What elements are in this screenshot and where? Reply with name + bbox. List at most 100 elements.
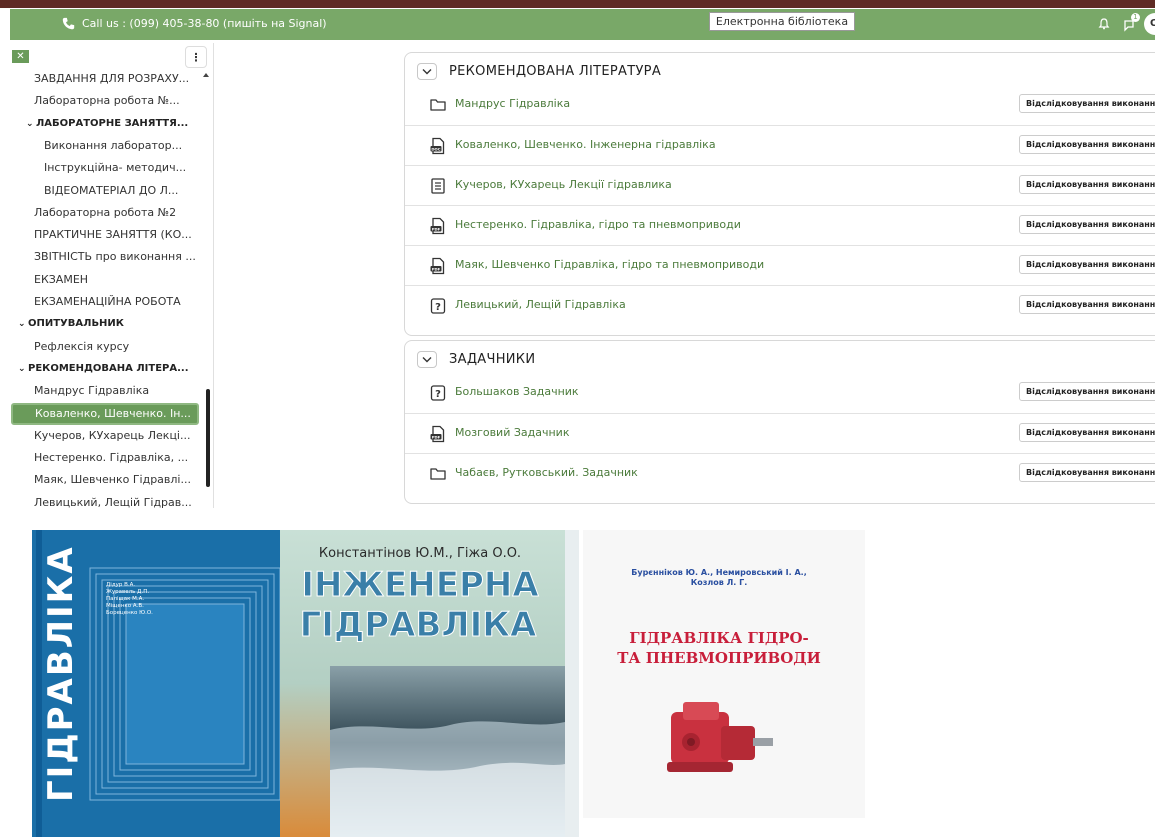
sidebar-item[interactable]: ВІДЕОМАТЕРІАЛ ДО Л...: [10, 180, 203, 202]
sidebar-item-label: Левицький, Лещій Гідрав...: [34, 495, 192, 508]
sidebar-item[interactable]: Інструкційна- методич...: [10, 157, 203, 179]
completion-tracking-button[interactable]: Відслідковування виконання: [1019, 215, 1155, 234]
activity-link[interactable]: Мозговий Задачник: [455, 426, 569, 439]
sidebar-item-label: ПРАКТИЧНЕ ЗАНЯТТЯ (КО...: [34, 228, 192, 242]
cover2-authors: Константінов Ю.М., Гіжа О.О.: [319, 546, 521, 561]
doc-file-icon: DOC: [430, 137, 445, 155]
sidebar-item[interactable]: Левицький, Лещій Гідрав...: [10, 492, 203, 508]
page-icon: [431, 178, 445, 194]
sidebar-item-label: ЕКЗАМЕН: [34, 272, 89, 286]
quiz-icon: ?: [430, 385, 446, 401]
cover1-author-2: Журавель Д.П.: [106, 589, 149, 595]
completion-tracking-button[interactable]: Відслідковування виконання: [1019, 423, 1155, 442]
sidebar-item[interactable]: Виконання лаборатор...: [10, 135, 203, 157]
completion-tracking-button[interactable]: Відслідковування виконання: [1019, 94, 1155, 113]
section-title[interactable]: РЕКОМЕНДОВАНА ЛІТЕРАТУРА: [449, 64, 661, 79]
drawer-menu-button[interactable]: ⋮: [185, 46, 207, 68]
sidebar-item-label: РЕКОМЕНДОВАНА ЛІТЕРА...: [28, 362, 189, 374]
cover3-title-2: ТА ПНЕВМОПРИВОДИ: [617, 649, 821, 667]
activity-row: ? Левицький, Лещій Гідравліка Відслідковув…: [405, 285, 1155, 326]
section-header: РЕКОМЕНДОВАНА ЛІТЕРАТУРА: [417, 60, 661, 82]
sidebar-item-label: Виконання лаборатор...: [44, 138, 183, 152]
sidebar-item[interactable]: Нестеренко. Гідравліка, ...: [10, 447, 203, 469]
cover1-author-3: Паліщак М.А.: [106, 596, 144, 602]
sidebar-item[interactable]: ПРАКТИЧНЕ ЗАНЯТТЯ (КО...: [10, 224, 203, 246]
library-button[interactable]: Електронна бібліотека: [709, 12, 855, 31]
sidebar-item[interactable]: Мандрус Гідравліка: [10, 380, 203, 402]
bell-icon[interactable]: [1098, 18, 1110, 30]
sidebar-item[interactable]: Рефлексія курсу: [10, 336, 203, 358]
sidebar-item[interactable]: ЕКЗАМЕН: [10, 269, 203, 291]
chevron-down-icon[interactable]: ⌄: [26, 113, 36, 135]
folder-icon: [430, 468, 446, 480]
cover-hydraulics-art: ГІДРАВЛІКА Дідур В.А. Журавель Д.П. Палі…: [10, 530, 280, 837]
section-toggle-button[interactable]: [417, 350, 437, 368]
course-index-drawer: ✕ ⋮ ЗАВДАННЯ ДЛЯ РОЗРАХУ... Лабораторна р…: [10, 43, 214, 508]
sidebar-item[interactable]: ⌄ РЕКОМЕНДОВАНА ЛІТЕРА...: [10, 358, 203, 380]
user-menu[interactable]: On: [1144, 13, 1155, 35]
completion-tracking-button[interactable]: Відслідковування виконання: [1019, 382, 1155, 401]
sidebar-item-label: Мандрус Гідравліка: [34, 384, 150, 398]
completion-tracking-button[interactable]: Відслідковування виконання: [1019, 255, 1155, 274]
activity-link[interactable]: Большаков Задачник: [455, 385, 579, 398]
kebab-icon: ⋮: [190, 51, 202, 64]
close-drawer-button[interactable]: ✕: [12, 50, 29, 63]
phone-icon: [62, 17, 75, 30]
completion-tracking-button[interactable]: Відслідковування виконання: [1019, 295, 1155, 314]
section-toggle-button[interactable]: [417, 62, 437, 80]
pdf-file-icon: PDF: [430, 257, 445, 275]
sidebar-item[interactable]: ⌄ ОПИТУВАЛЬНИК: [10, 313, 203, 335]
svg-text:PDF: PDF: [432, 266, 441, 271]
sidebar-item[interactable]: Кучеров, КУхарець Лекці...: [10, 425, 203, 447]
sidebar-item[interactable]: ЕКЗАМЕНАЦІЙНА РОБОТА: [10, 291, 203, 313]
activity-link[interactable]: Нестеренко. Гідравліка, гідро та пневмоп…: [455, 218, 741, 231]
messages-button[interactable]: 1: [1123, 13, 1140, 32]
activity-link[interactable]: Коваленко, Шевченко. Інженерна гідравлік…: [455, 138, 716, 151]
sidebar-item[interactable]: ⌄ ЛАБОРАТОРНЕ ЗАНЯТТЯ...: [10, 113, 203, 135]
cover-drives-art: Бурєнніков Ю. А., Немировський І. А., Ко…: [583, 530, 865, 818]
section-title[interactable]: ЗАДАЧНИКИ: [449, 352, 535, 367]
activity-link[interactable]: Мандрус Гідравліка: [455, 97, 570, 110]
pdf-file-icon: PDF: [430, 425, 445, 443]
sidebar-item-label: Лабораторна робота №...: [34, 94, 180, 108]
quiz-icon: ?: [430, 298, 446, 314]
sidebar-item[interactable]: Коваленко, Шевченко. Ін...: [11, 402, 199, 425]
cover1-author-4: Міщенко А.В.: [106, 603, 144, 609]
chevron-down-icon[interactable]: ⌄: [18, 313, 28, 335]
completion-tracking-button[interactable]: Відслідковування виконання: [1019, 463, 1155, 482]
activity-row: PDF Мозговий Задачник Відслідковування вик…: [405, 413, 1155, 454]
sidebar-item[interactable]: Лабораторна робота №...: [10, 90, 203, 112]
sidebar-item[interactable]: ЗВІТНІСТЬ про виконання ...: [10, 246, 203, 268]
sidebar-item[interactable]: ЗАВДАННЯ ДЛЯ РОЗРАХУ...: [10, 68, 203, 90]
completion-tracking-button[interactable]: Відслідковування виконання: [1019, 135, 1155, 154]
sidebar-item-label: ЕКЗАМЕНАЦІЙНА РОБОТА: [34, 295, 181, 308]
completion-tracking-button[interactable]: Відслідковування виконання: [1019, 175, 1155, 194]
sidebar-item-label: ЗВІТНІСТЬ про виконання ...: [34, 250, 196, 264]
activity-row: Мандрус Гідравліка Відслідковування викон…: [405, 85, 1155, 125]
close-icon: ✕: [16, 51, 25, 62]
activity-row: PDF Маяк, Шевченко Гідравліка, гідро та п…: [405, 245, 1155, 286]
sidebar-item-label: Кучеров, КУхарець Лекці...: [34, 428, 191, 442]
cover1-author-1: Дідур В.А.: [106, 582, 135, 588]
sidebar-item-label: ВІДЕОМАТЕРІАЛ ДО Л...: [44, 183, 179, 197]
chevron-down-icon[interactable]: ⌄: [18, 358, 28, 380]
scroll-up-arrow[interactable]: [203, 73, 209, 77]
cover1-title: ГІДРАВЛІКА: [41, 545, 81, 802]
sidebar-item[interactable]: Лабораторна робота №2: [10, 202, 203, 224]
chevron-down-icon: [422, 356, 432, 362]
folder-icon: [430, 99, 446, 111]
cover-engineering-art: Константінов Ю.М., Гіжа О.О. ІНЖЕНЕРНА Г…: [280, 530, 579, 837]
sidebar-item-label: Рефлексія курсу: [34, 339, 130, 353]
activity-row: DOC Коваленко, Шевченко. Інженерна гідрав…: [405, 125, 1155, 166]
svg-text:PDF: PDF: [432, 434, 441, 439]
sidebar-item[interactable]: Маяк, Шевченко Гідравлі...: [10, 469, 203, 491]
course-section: РЕКОМЕНДОВАНА ЛІТЕРАТУРА Мандрус Гідравлі…: [404, 52, 1155, 336]
activity-link[interactable]: Маяк, Шевченко Гідравліка, гідро та пнев…: [455, 258, 764, 271]
svg-text:DOC: DOC: [431, 146, 440, 151]
activity-link[interactable]: Чабаєв, Рутковський. Задачник: [455, 466, 638, 479]
activity-link[interactable]: Кучеров, КУхарець Лекції гідравлика: [455, 178, 672, 191]
sidebar-scrollbar[interactable]: [206, 389, 210, 487]
activity-link[interactable]: Левицький, Лещій Гідравліка: [455, 298, 626, 311]
sidebar-item-label: ЗАВДАННЯ ДЛЯ РОЗРАХУ...: [34, 72, 190, 85]
cover2-title-2: ГІДРАВЛІКА: [300, 605, 537, 645]
